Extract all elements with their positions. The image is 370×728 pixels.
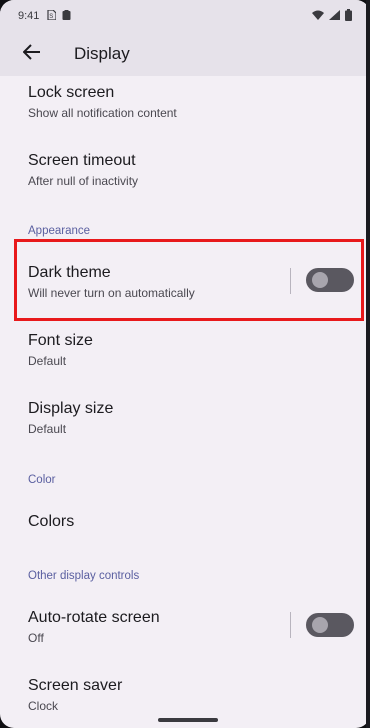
auto-rotate-title: Auto-rotate screen — [28, 609, 160, 626]
clipboard-icon — [62, 9, 71, 23]
phone-screen: 9:41 S Display Lock screen Show all noti… — [0, 0, 370, 728]
sim-icon: S — [47, 8, 58, 23]
app-bar: Display — [0, 32, 370, 76]
wifi-icon — [312, 10, 324, 23]
lock-screen-item[interactable]: Lock screen Show all notification conten… — [28, 84, 370, 120]
auto-rotate-subtitle: Off — [28, 631, 44, 645]
navigation-handle[interactable] — [158, 718, 218, 722]
lock-screen-title: Lock screen — [28, 84, 115, 101]
screen-saver-item[interactable]: Screen saver Clock — [28, 677, 370, 713]
highlight-box — [14, 239, 364, 321]
svg-text:S: S — [50, 14, 54, 20]
section-header-appearance: Appearance — [28, 225, 91, 237]
status-bar: 9:41 S — [0, 0, 370, 32]
section-header-other-display-controls: Other display controls — [28, 570, 140, 582]
font-size-subtitle: Default — [28, 354, 67, 368]
colors-title: Colors — [28, 513, 75, 530]
status-time: 9:41 — [18, 10, 40, 22]
lock-screen-subtitle: Show all notification content — [28, 106, 177, 120]
screen-timeout-subtitle: After null of inactivity — [28, 174, 139, 188]
screen-timeout-item[interactable]: Screen timeout After null of inactivity — [28, 152, 370, 188]
auto-rotate-item[interactable]: Auto-rotate screen Off — [28, 609, 290, 645]
back-button[interactable] — [0, 32, 64, 76]
font-size-title: Font size — [28, 332, 93, 349]
screen-timeout-title: Screen timeout — [28, 152, 136, 169]
auto-rotate-toggle[interactable] — [306, 613, 354, 637]
status-right-icons — [312, 8, 352, 24]
colors-item[interactable]: Colors — [28, 513, 370, 531]
display-size-item[interactable]: Display size Default — [28, 400, 370, 436]
device-bezel — [366, 0, 370, 728]
screen-saver-subtitle: Clock — [28, 699, 59, 713]
signal-icon — [329, 9, 340, 23]
font-size-item[interactable]: Font size Default — [28, 332, 370, 368]
auto-rotate-divider — [290, 612, 291, 638]
screen-saver-title: Screen saver — [28, 677, 123, 694]
page-title: Display — [74, 44, 130, 63]
arrow-left-icon — [22, 43, 41, 65]
section-header-color: Color — [28, 474, 56, 486]
display-size-subtitle: Default — [28, 422, 67, 436]
auto-rotate-toggle-knob — [312, 617, 328, 633]
display-size-title: Display size — [28, 400, 114, 417]
battery-icon — [345, 8, 352, 24]
